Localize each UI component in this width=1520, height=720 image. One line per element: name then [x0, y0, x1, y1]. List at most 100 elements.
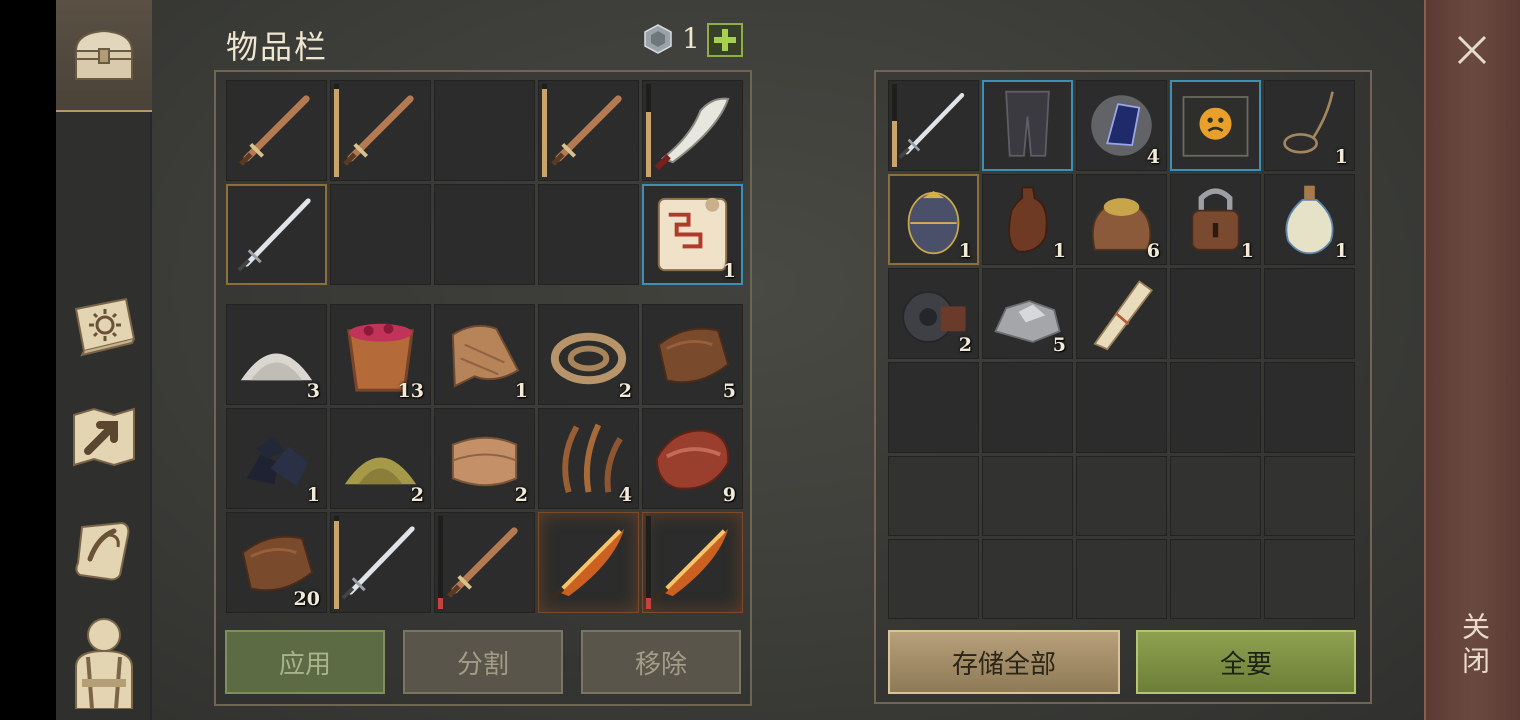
- equip-slot-item[interactable]: [538, 80, 639, 181]
- flaming-sword-icon: [549, 528, 625, 602]
- storage-slot-empty[interactable]: [1170, 268, 1261, 359]
- inventory-slot-item[interactable]: 1: [226, 408, 327, 509]
- storage-slot-empty[interactable]: [1170, 456, 1261, 536]
- storage-slot-item[interactable]: 6: [1076, 174, 1167, 265]
- steel-sword-icon: [341, 526, 415, 600]
- inventory-title: 物品栏: [226, 28, 329, 66]
- item-count: 20: [293, 588, 320, 610]
- storage-slot-empty[interactable]: [1170, 539, 1261, 619]
- equip-slot-empty[interactable]: [330, 184, 431, 285]
- storage-slot-item[interactable]: 1: [1264, 174, 1355, 265]
- equip-slot-item[interactable]: [330, 80, 431, 181]
- equip-slot-empty[interactable]: [434, 80, 535, 181]
- close-button[interactable]: [1446, 24, 1498, 76]
- storage-slot-empty[interactable]: [1264, 456, 1355, 536]
- item-count: 5: [722, 380, 736, 402]
- item-count: 9: [722, 484, 736, 506]
- storage-slot-item[interactable]: 1: [888, 174, 979, 265]
- side-tab-rail: [56, 0, 152, 720]
- close-icon: [1457, 35, 1487, 65]
- tab-map[interactable]: [64, 392, 144, 482]
- inventory-slot-item[interactable]: 1: [434, 304, 535, 405]
- storage-slot-item[interactable]: 1: [1170, 174, 1261, 265]
- parchment-roll-icon: [1093, 280, 1154, 351]
- item-count: 13: [397, 380, 424, 402]
- item-grid: 3 13 1 2 5 1 2 2 4 9 20: [226, 304, 743, 613]
- inventory-slot-item[interactable]: 3: [226, 304, 327, 405]
- inventory-slot-item[interactable]: [434, 512, 535, 613]
- storage-slot-item[interactable]: 2: [888, 268, 979, 359]
- storage-slot-item[interactable]: 1: [982, 174, 1073, 265]
- storage-slot-empty[interactable]: [982, 362, 1073, 453]
- flaming-sword-icon: [653, 528, 729, 602]
- item-count: 2: [514, 484, 528, 506]
- storage-slot-empty[interactable]: [888, 362, 979, 453]
- equip-slot-item[interactable]: [226, 184, 327, 285]
- tab-inventory[interactable]: [64, 10, 144, 100]
- equip-slot-empty[interactable]: [538, 184, 639, 285]
- inventory-slot-item[interactable]: [330, 512, 431, 613]
- equip-slot-item[interactable]: [642, 80, 743, 181]
- inventory-slot-item[interactable]: 2: [434, 408, 535, 509]
- gem-count: 1: [682, 22, 700, 55]
- apply-button[interactable]: 应用: [225, 630, 385, 694]
- inventory-slot-item[interactable]: 2: [330, 408, 431, 509]
- storage-slot-empty[interactable]: [1264, 539, 1355, 619]
- tab-quests[interactable]: [64, 506, 144, 596]
- map-arrow-icon: [73, 407, 135, 467]
- bronze-sword-icon: [343, 95, 414, 166]
- storage-slot-item[interactable]: [1170, 80, 1261, 171]
- storage-slot-item[interactable]: 5: [982, 268, 1073, 359]
- plus-icon: [714, 29, 736, 51]
- bronze-sword-icon: [551, 95, 622, 166]
- storage-slot-empty[interactable]: [982, 456, 1073, 536]
- item-count: 1: [1334, 146, 1348, 168]
- inventory-slot-item[interactable]: 5: [642, 304, 743, 405]
- tab-journal[interactable]: [64, 280, 144, 370]
- steel-sword-icon: [237, 198, 311, 272]
- storage-slot-empty[interactable]: [1076, 456, 1167, 536]
- storage-slot-empty[interactable]: [1264, 268, 1355, 359]
- item-count: 5: [1052, 334, 1066, 356]
- steel-sword-icon: [898, 93, 965, 159]
- storage-slot-empty[interactable]: [1264, 362, 1355, 453]
- storage-slot-empty[interactable]: [1170, 362, 1261, 453]
- item-count: 2: [410, 484, 424, 506]
- inventory-slot-item[interactable]: 13: [330, 304, 431, 405]
- take-all-button[interactable]: 全要: [1136, 630, 1356, 694]
- item-count: 1: [1334, 240, 1348, 262]
- inventory-slot-item[interactable]: 20: [226, 512, 327, 613]
- bronze-sword-icon: [239, 95, 310, 166]
- inventory-slot-item[interactable]: [642, 512, 743, 613]
- add-currency-button[interactable]: [707, 23, 743, 57]
- storage-slot-item[interactable]: [982, 80, 1073, 171]
- storage-slot-empty[interactable]: [1076, 362, 1167, 453]
- inventory-slot-item[interactable]: 2: [538, 304, 639, 405]
- item-count: 1: [722, 260, 736, 282]
- storage-grid: 411161125: [888, 80, 1355, 619]
- storage-slot-empty[interactable]: [888, 456, 979, 536]
- storage-slot-item[interactable]: [888, 80, 979, 171]
- equip-slot-item[interactable]: 1: [642, 184, 743, 285]
- character-icon: [75, 618, 133, 709]
- inventory-slot-item[interactable]: [538, 512, 639, 613]
- storage-slot-item[interactable]: 4: [1076, 80, 1167, 171]
- storage-slot-item[interactable]: [1076, 268, 1167, 359]
- tab-character[interactable]: [64, 616, 144, 709]
- item-count: 4: [618, 484, 632, 506]
- item-count: 1: [1240, 240, 1254, 262]
- storage-slot-item[interactable]: 1: [1264, 80, 1355, 171]
- inventory-slot-item[interactable]: 4: [538, 408, 639, 509]
- item-count: 2: [958, 334, 972, 356]
- inventory-slot-item[interactable]: 9: [642, 408, 743, 509]
- storage-slot-empty[interactable]: [888, 539, 979, 619]
- remove-button[interactable]: 移除: [581, 630, 741, 694]
- store-all-button[interactable]: 存储全部: [888, 630, 1120, 694]
- item-count: 4: [1146, 146, 1160, 168]
- storage-slot-empty[interactable]: [1076, 539, 1167, 619]
- equip-slot-item[interactable]: [226, 80, 327, 181]
- close-label[interactable]: 关闭: [1454, 612, 1494, 680]
- storage-slot-empty[interactable]: [982, 539, 1073, 619]
- split-button[interactable]: 分割: [403, 630, 563, 694]
- equip-slot-empty[interactable]: [434, 184, 535, 285]
